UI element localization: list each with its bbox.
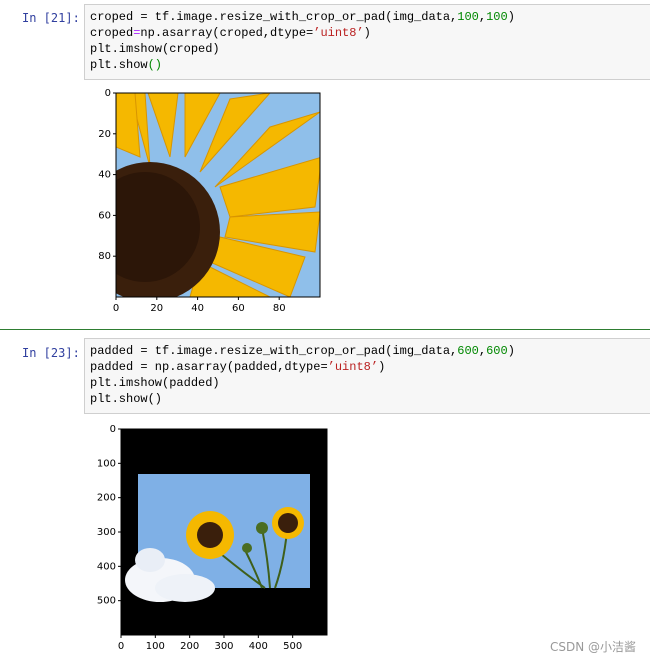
y-tick-label: 500 [97, 596, 116, 607]
code-token: padded = np.asarray(padded,dtype= [90, 360, 328, 374]
x-tick-label: 60 [232, 303, 245, 314]
code-token: , [478, 10, 487, 24]
code-token: , [478, 344, 487, 358]
code-token: plt.imshow(padded) [90, 376, 220, 390]
y-tick-label: 200 [97, 493, 116, 504]
y-tick-label: 40 [98, 170, 111, 181]
code-line: plt.show() [90, 57, 645, 73]
y-tick-label: 0 [110, 424, 116, 435]
code-token: ’uint8’ [327, 360, 379, 374]
code-line: croped = tf.image.resize_with_crop_or_pa… [90, 9, 645, 25]
x-tick-label: 20 [150, 303, 163, 314]
x-tick-label: 500 [283, 641, 302, 652]
code-token: plt.imshow(croped) [90, 42, 220, 56]
code-token: () [147, 58, 163, 72]
cell-prompt-23: In [23]: [22, 346, 80, 360]
code-line: plt.imshow(padded) [90, 375, 645, 391]
x-tick-label: 40 [191, 303, 204, 314]
y-tick-label: 60 [98, 210, 111, 221]
x-tick-label: 400 [249, 641, 268, 652]
code-token: ) [363, 26, 371, 40]
x-tick-label: 0 [118, 641, 124, 652]
code-token: croped = tf.image.resize_with_crop_or_pa… [90, 10, 458, 24]
code-token: np.asarray(croped,dtype= [140, 26, 314, 40]
y-tick-label: 20 [98, 129, 111, 140]
watermark: CSDN @小洁酱 [549, 640, 636, 654]
code-cell-input[interactable]: padded = tf.image.resize_with_crop_or_pa… [84, 338, 650, 414]
y-tick-label: 100 [97, 458, 116, 469]
code-token: padded = tf.image.resize_with_crop_or_pa… [90, 344, 458, 358]
code-token: 600 [486, 344, 508, 358]
code-token: plt.show() [90, 392, 163, 406]
x-tick-label: 300 [214, 641, 233, 652]
code-cell-input[interactable]: croped = tf.image.resize_with_crop_or_pa… [84, 4, 650, 80]
code-token: ) [507, 344, 515, 358]
code-token: plt.show [90, 58, 148, 72]
x-tick-label: 0 [113, 303, 119, 314]
output-image-padded: 0 100 200 300 400 500 0 100 200 300 400 500 [97, 424, 328, 652]
code-line: padded = tf.image.resize_with_crop_or_pa… [90, 343, 645, 359]
code-token: ’uint8’ [313, 26, 364, 40]
code-token: ) [507, 10, 515, 24]
x-tick-label: 80 [273, 303, 286, 314]
y-tick-label: 300 [97, 527, 116, 538]
cell-prompt-21: In [21]: [22, 11, 80, 25]
code-line: padded = np.asarray(padded,dtype=’uint8’… [90, 359, 645, 375]
code-token: croped [90, 26, 134, 40]
y-tick-label: 0 [105, 88, 111, 99]
code-line: plt.imshow(croped) [90, 41, 645, 57]
code-token: 100 [486, 10, 508, 24]
code-token: 100 [457, 10, 479, 24]
y-tick-label: 80 [98, 251, 111, 262]
code-line: plt.show() [90, 391, 645, 407]
x-tick-label: 200 [180, 641, 199, 652]
output-image-cropped: 0 20 40 60 80 0 20 40 60 80 [98, 88, 321, 314]
code-line: croped=np.asarray(croped,dtype=’uint8’) [90, 25, 645, 41]
y-tick-label: 400 [97, 561, 116, 572]
code-token: ) [378, 360, 386, 374]
cell-divider [0, 329, 650, 330]
x-tick-label: 100 [146, 641, 165, 652]
code-token: 600 [457, 344, 479, 358]
